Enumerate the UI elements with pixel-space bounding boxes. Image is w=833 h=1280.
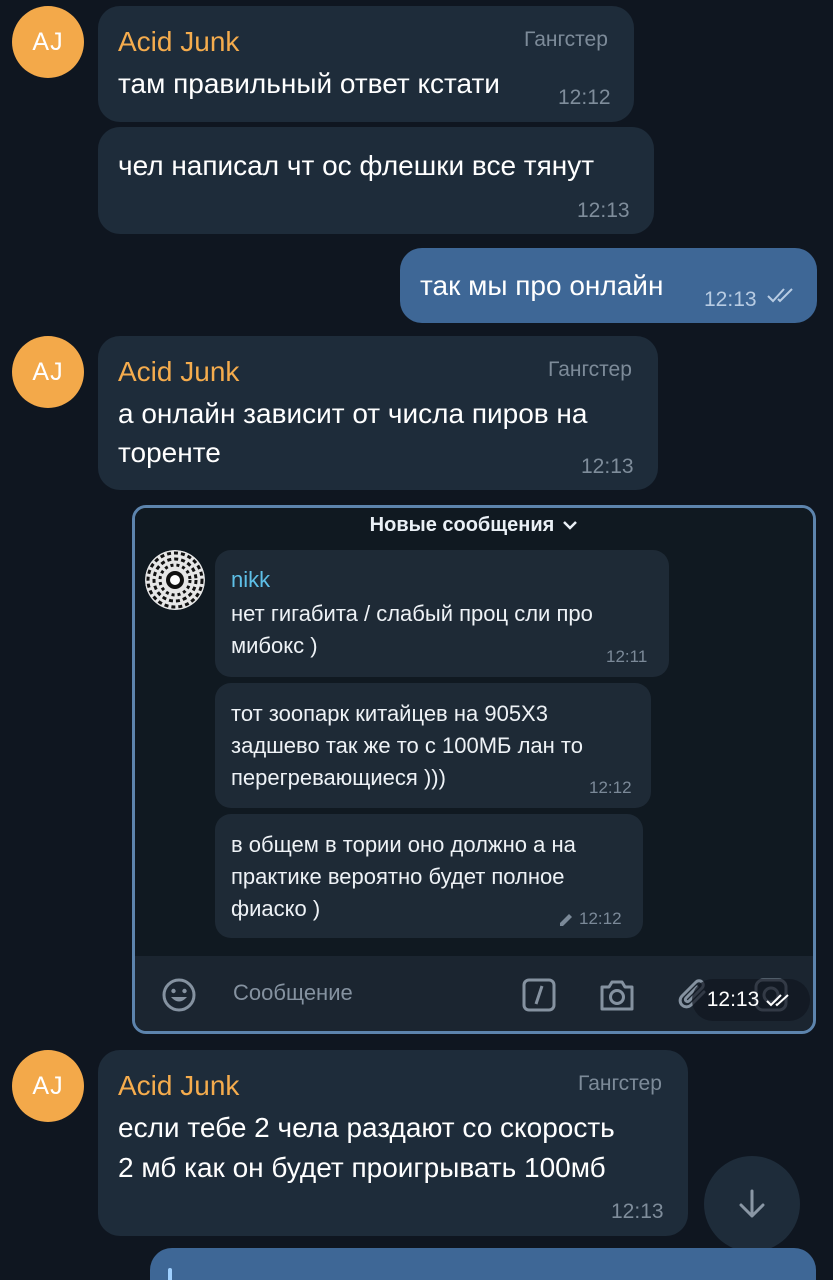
avatar-acid-junk[interactable]: AJ bbox=[12, 1050, 84, 1122]
scroll-to-bottom-button[interactable] bbox=[704, 1156, 800, 1252]
avatar-acid-junk[interactable]: AJ bbox=[12, 6, 84, 78]
message-time: 12:13 bbox=[706, 988, 760, 1011]
camera-icon bbox=[600, 980, 634, 1011]
embedded-message-bubble: в общем в тории оно должно а на практике… bbox=[215, 814, 643, 938]
embedded-sender-name: nikk bbox=[231, 567, 271, 592]
edited-pencil-icon bbox=[560, 914, 572, 926]
embedded-message-time: 12:11 bbox=[606, 647, 648, 666]
embedded-message-line: задшево так же то с 100МБ лан то bbox=[231, 733, 583, 758]
embedded-message-line: перегревающиеся ))) bbox=[231, 765, 446, 790]
sender-name[interactable]: Acid Junk bbox=[118, 26, 239, 58]
new-messages-divider: Новые сообщения bbox=[135, 508, 813, 542]
sender-name[interactable]: Acid Junk bbox=[118, 356, 239, 388]
embedded-message-line: тот зоопарк китайцев на 905X3 bbox=[231, 701, 548, 726]
message-text-line: если тебе 2 чела раздают со скорость bbox=[118, 1112, 615, 1143]
message-bubble[interactable]: чел написал чт ос флешки все тянут 12:13 bbox=[98, 127, 654, 234]
embedded-input-placeholder: Сообщение bbox=[233, 980, 353, 1005]
read-double-check-icon bbox=[767, 288, 793, 303]
sender-role-badge: Гангстер bbox=[548, 358, 632, 381]
image-message-screenshot[interactable]: Новые сообщения nikk нет гигабита / слаб… bbox=[132, 505, 816, 1034]
embedded-message-time: 12:12 bbox=[589, 778, 632, 797]
embedded-message-line: мибокс ) bbox=[231, 633, 318, 658]
message-time: 12:13 bbox=[581, 455, 634, 478]
outgoing-message-bubble-partial[interactable] bbox=[150, 1248, 816, 1280]
message-bubble[interactable]: Acid Junk Гангстер если тебе 2 чела разд… bbox=[98, 1050, 688, 1236]
new-messages-label: Новые сообщения bbox=[369, 513, 555, 536]
message-text: там правильный ответ кстати bbox=[118, 68, 500, 99]
message-text: чел написал чт ос флешки все тянут bbox=[118, 150, 595, 181]
read-double-check-icon bbox=[766, 994, 789, 1007]
embedded-message-line: в общем в тории оно должно а на bbox=[231, 832, 576, 857]
sender-role-badge: Гангстер bbox=[524, 28, 608, 51]
embedded-message-line: нет гигабита / слабый проц сли про bbox=[231, 601, 593, 626]
chevron-down-icon bbox=[563, 521, 578, 530]
message-time: 12:13 bbox=[577, 199, 630, 222]
message-text-line: а онлайн зависит от числа пиров на bbox=[118, 398, 588, 429]
emoji-icon bbox=[162, 978, 196, 1012]
message-text-line: торенте bbox=[118, 437, 221, 468]
outgoing-message-bubble[interactable]: так мы про онлайн 12:13 bbox=[400, 248, 817, 323]
embedded-message-line: фиаско ) bbox=[231, 896, 321, 921]
embedded-message-bubble: nikk нет гигабита / слабый проц сли про … bbox=[215, 550, 669, 677]
sender-role-badge: Гангстер bbox=[578, 1072, 662, 1095]
message-text: так мы про онлайн bbox=[420, 270, 664, 301]
message-text-line: 2 мб как он будет проигрывать 100мб bbox=[118, 1152, 606, 1183]
arrow-down-icon bbox=[739, 1189, 765, 1218]
image-time-badge: 12:13 bbox=[692, 979, 810, 1021]
reply-quote-bar bbox=[168, 1268, 172, 1280]
message-time: 12:13 bbox=[704, 288, 757, 311]
embedded-message-line: практике вероятно будет полное bbox=[231, 864, 565, 889]
embedded-message-time: 12:12 bbox=[579, 909, 622, 928]
message-time: 12:13 bbox=[611, 1200, 664, 1223]
avatar-nikk bbox=[145, 550, 205, 610]
message-bubble[interactable]: Acid Junk Гангстер там правильный ответ … bbox=[98, 6, 634, 122]
message-bubble[interactable]: Acid Junk Гангстер а онлайн зависит от ч… bbox=[98, 336, 658, 490]
sender-name[interactable]: Acid Junk bbox=[118, 1070, 239, 1102]
message-time: 12:12 bbox=[558, 86, 611, 109]
bot-command-icon bbox=[522, 978, 556, 1012]
avatar-acid-junk[interactable]: AJ bbox=[12, 336, 84, 408]
embedded-message-bubble: тот зоопарк китайцев на 905X3 задшево та… bbox=[215, 683, 651, 808]
